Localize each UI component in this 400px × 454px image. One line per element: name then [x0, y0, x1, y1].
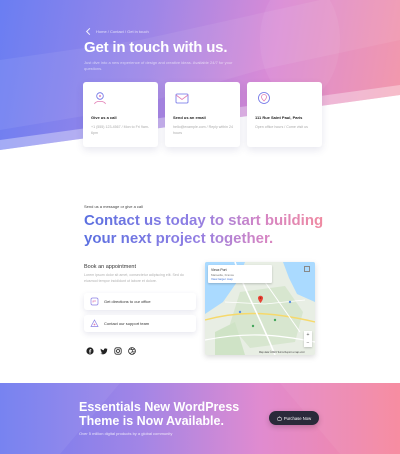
contact-headline: Contact us today to start building your … [84, 212, 324, 247]
phone-user-icon [94, 92, 106, 105]
fullscreen-icon[interactable] [304, 266, 310, 272]
location-globe-icon [258, 92, 270, 104]
card-title: Send us an email [173, 115, 206, 120]
cart-icon [277, 416, 282, 421]
breadcrumb[interactable]: Home / Contact / Get in touch [85, 27, 149, 36]
support-button[interactable]: Contact our support team [84, 315, 196, 332]
zoom-out-icon[interactable]: − [304, 339, 312, 347]
card-text: Open office hours / Come visit us [255, 125, 308, 129]
twitter-icon[interactable] [100, 342, 108, 355]
info-card-call[interactable]: Give us a call +1 (555) 123-4567 / Mon t… [83, 82, 158, 147]
section-kicker: Send us a message or give a call [84, 204, 143, 209]
map-larger-link[interactable]: View larger map [211, 277, 233, 281]
card-text: +1 (555) 123-4567 / Mon to Fri 9am-6pm [91, 125, 150, 135]
card-title: Give us a call [91, 115, 117, 120]
map-zoom-control[interactable]: + − [304, 331, 312, 347]
card-text: hello@example.com / Reply within 24 hour… [173, 125, 233, 135]
support-label: Contact our support team [104, 321, 150, 326]
map-attribution: Map data ©2024 Terms Report a map error [259, 351, 305, 354]
mail-icon [175, 93, 189, 104]
directions-label: Get directions to our office [104, 299, 151, 304]
page-subtitle: Just dive into a new experience of desig… [84, 60, 233, 71]
appointment-text: Lorem ipsum dolor sit amet, consectetur … [84, 273, 184, 283]
map-place-name: Vieux Port [211, 268, 227, 272]
instagram-icon[interactable] [114, 342, 122, 355]
hero-section: Home / Contact / Get in touch Get in tou… [0, 0, 400, 180]
purchase-now-button[interactable]: Purchase Now [269, 411, 319, 425]
location-map[interactable]: Vieux Port Marseille, France View larger… [205, 262, 315, 355]
banner-title: Essentials New WordPress Theme is Now Av… [79, 400, 240, 428]
support-icon [90, 319, 99, 327]
breadcrumb-text[interactable]: Home / Contact / Get in touch [96, 29, 149, 34]
facebook-icon[interactable] [86, 342, 94, 355]
social-links [86, 342, 136, 355]
directions-button[interactable]: Get directions to our office [84, 293, 196, 310]
purchase-now-label: Purchase Now [283, 415, 312, 421]
zoom-in-icon[interactable]: + [304, 331, 312, 339]
banner-subtitle: Over 5 million digital products by a glo… [79, 431, 173, 436]
info-card-email[interactable]: Send us an email hello@example.com / Rep… [165, 82, 240, 147]
page-title: Get in touch with us. [84, 39, 228, 56]
card-title: 111 Rue Saint Paul, Paris [255, 115, 303, 120]
info-cards: Give us a call +1 (555) 123-4567 / Mon t… [83, 82, 322, 147]
dribbble-icon[interactable] [128, 342, 136, 355]
contact-page: Home / Contact / Get in touch Get in tou… [0, 0, 400, 454]
directions-icon [90, 297, 99, 306]
map-place-card: Vieux Port Marseille, France View larger… [208, 265, 272, 283]
promo-banner: Essentials New WordPress Theme is Now Av… [0, 383, 400, 454]
info-card-address[interactable]: 111 Rue Saint Paul, Paris Open office ho… [247, 82, 322, 147]
appointment-title: Book an appointment [84, 264, 136, 270]
